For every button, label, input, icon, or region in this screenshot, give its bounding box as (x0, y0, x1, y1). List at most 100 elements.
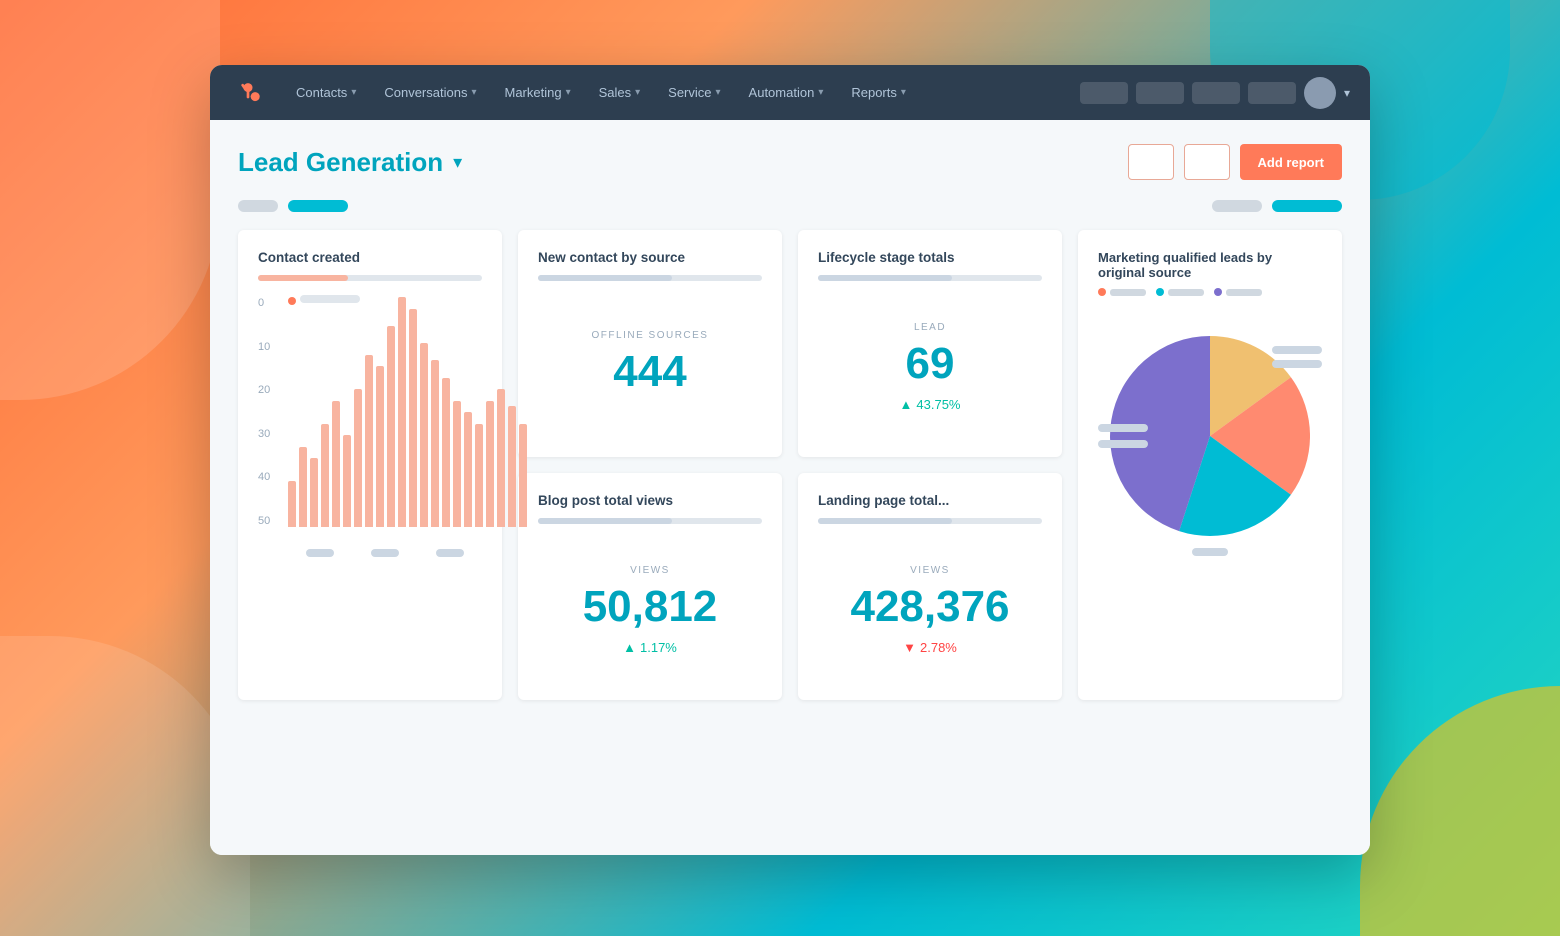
title-wrap: Lead Generation ▾ (238, 147, 462, 178)
nav-pill-2[interactable] (1136, 82, 1184, 104)
lead-change: ▲ 43.75% (900, 397, 961, 412)
nav-pill-4[interactable] (1248, 82, 1296, 104)
landing-page-inner: VIEWS 428,376 ▼ 2.78% (818, 540, 1042, 680)
card-lifecycle-stage: Lifecycle stage totals LEAD 69 ▲ 43.75% (798, 230, 1062, 457)
pie-legend-right-1 (1272, 346, 1322, 354)
hubspot-logo[interactable] (230, 75, 266, 111)
pie-right-legend (1272, 346, 1322, 368)
chart-bar (321, 424, 329, 528)
chart-bar (453, 401, 461, 528)
nav-item-conversations[interactable]: Conversations ▾ (370, 65, 490, 120)
mql-legend-item-3 (1214, 288, 1262, 296)
main-window: Contacts ▾ Conversations ▾ Marketing ▾ S… (210, 65, 1370, 855)
lifecycle-inner: LEAD 69 ▲ 43.75% (818, 297, 1042, 437)
blog-views-value: 50,812 (583, 582, 718, 632)
filter-left (238, 200, 348, 212)
chart-bar (519, 424, 527, 528)
nav-item-reports[interactable]: Reports ▾ (837, 65, 920, 120)
filter-bar (238, 200, 1342, 212)
lead-label: LEAD (914, 322, 946, 333)
pie-legend-right-2 (1272, 360, 1322, 368)
nav-pill-1[interactable] (1080, 82, 1128, 104)
chart-bar (497, 389, 505, 527)
chart-bar (464, 412, 472, 527)
dashboard: Lead Generation ▾ Add report (210, 120, 1370, 855)
card-contact-created: Contact created 50 40 30 20 10 0 (238, 230, 502, 700)
up-arrow-icon: ▲ (900, 397, 913, 412)
pie-legend-left-2 (1098, 440, 1148, 448)
chart-bar (475, 424, 483, 528)
offline-sources-label: OFFLINE SOURCES (592, 330, 709, 341)
mql-legend-row (1098, 288, 1322, 296)
chart-bar (288, 481, 296, 527)
chart-bar (343, 435, 351, 527)
page-title: Lead Generation (238, 147, 443, 178)
mql-dot-3 (1214, 288, 1222, 296)
chart-bar (332, 401, 340, 528)
blog-views-change: ▲ 1.17% (623, 640, 677, 655)
blog-up-arrow-icon: ▲ (623, 640, 636, 655)
offline-sources-value: 444 (613, 347, 686, 397)
landing-page-title: Landing page total... (818, 493, 1042, 508)
title-dropdown-icon[interactable]: ▾ (453, 152, 462, 173)
landing-views-change: ▼ 2.78% (903, 640, 957, 655)
filter-right (1212, 200, 1342, 212)
filter-pill-1[interactable] (238, 200, 278, 212)
blog-post-bar (538, 518, 762, 524)
header-actions: Add report (1128, 144, 1342, 180)
blog-post-inner: VIEWS 50,812 ▲ 1.17% (538, 540, 762, 680)
card-new-contact-source: New contact by source OFFLINE SOURCES 44… (518, 230, 782, 457)
chart-bar (398, 297, 406, 527)
filter-pill-2[interactable] (288, 200, 348, 212)
nav-item-contacts[interactable]: Contacts ▾ (282, 65, 370, 120)
filter-button-1[interactable] (1128, 144, 1174, 180)
nav-item-automation[interactable]: Automation ▾ (735, 65, 838, 120)
landing-views-value: 428,376 (850, 582, 1009, 632)
nav-item-service[interactable]: Service ▾ (654, 65, 734, 120)
service-chevron-icon: ▾ (716, 87, 721, 98)
navbar: Contacts ▾ Conversations ▾ Marketing ▾ S… (210, 65, 1370, 120)
marketing-chevron-icon: ▾ (566, 87, 571, 98)
conversations-chevron-icon: ▾ (471, 87, 476, 98)
nav-item-marketing[interactable]: Marketing ▾ (490, 65, 584, 120)
chart-bar (299, 447, 307, 528)
add-report-button[interactable]: Add report (1240, 144, 1342, 180)
chart-bar (508, 406, 516, 527)
chart-bar (365, 355, 373, 528)
nav-items: Contacts ▾ Conversations ▾ Marketing ▾ S… (282, 65, 1080, 120)
mql-dot-2 (1156, 288, 1164, 296)
pie-left-legend (1098, 424, 1148, 448)
contact-created-title: Contact created (258, 250, 482, 265)
account-chevron-icon[interactable]: ▾ (1344, 86, 1350, 100)
chart-bar (354, 389, 362, 527)
chart-bar (376, 366, 384, 527)
chart-bar (442, 378, 450, 528)
blog-views-label: VIEWS (630, 565, 670, 576)
card-mql: Marketing qualified leads by original so… (1078, 230, 1342, 700)
contact-created-bar (258, 275, 482, 281)
mql-title-row: Marketing qualified leads by original so… (1098, 250, 1322, 280)
dashboard-header: Lead Generation ▾ Add report (238, 144, 1342, 180)
mql-legend-item-2 (1156, 288, 1204, 296)
lead-value: 69 (906, 339, 955, 389)
nav-item-sales[interactable]: Sales ▾ (585, 65, 655, 120)
new-contact-bar (538, 275, 762, 281)
automation-chevron-icon: ▾ (818, 87, 823, 98)
filter-button-2[interactable] (1184, 144, 1230, 180)
chart-bars (288, 297, 482, 527)
avatar[interactable] (1304, 77, 1336, 109)
nav-pill-3[interactable] (1192, 82, 1240, 104)
filter-pill-4[interactable] (1272, 200, 1342, 212)
chart-bar (409, 309, 417, 528)
card-landing-page: Landing page total... VIEWS 428,376 ▼ 2.… (798, 473, 1062, 700)
mql-title: Marketing qualified leads by original so… (1098, 250, 1322, 280)
new-contact-title: New contact by source (538, 250, 762, 265)
filter-pill-3[interactable] (1212, 200, 1262, 212)
contact-created-chart: 50 40 30 20 10 0 (258, 297, 482, 557)
chart-bar (486, 401, 494, 528)
landing-down-arrow-icon: ▼ (903, 640, 916, 655)
chart-y-labels: 50 40 30 20 10 0 (258, 297, 284, 527)
landing-page-bar (818, 518, 1042, 524)
chart-x-labels (288, 549, 482, 557)
chart-bar (387, 326, 395, 527)
